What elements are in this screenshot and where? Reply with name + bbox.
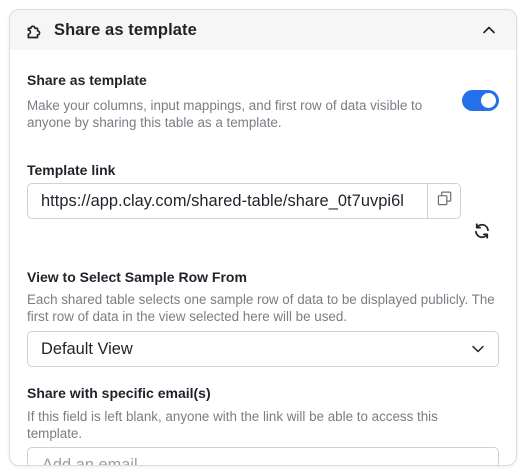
sample-row-description: Each shared table selects one sample row… <box>27 292 495 324</box>
share-section: Share as template Make your columns, inp… <box>27 72 427 131</box>
panel-title: Share as template <box>54 20 197 39</box>
refresh-icon <box>473 222 491 245</box>
share-label: Share as template <box>27 72 147 88</box>
share-toggle[interactable] <box>462 90 499 111</box>
share-template-panel: Share as template Share as template Make… <box>9 9 517 466</box>
template-link-label: Template link <box>27 162 116 178</box>
chevron-down-icon <box>470 341 486 357</box>
template-link-value[interactable]: https://app.clay.com/shared-table/share_… <box>28 192 427 211</box>
template-link-field[interactable]: https://app.clay.com/shared-table/share_… <box>27 183 461 219</box>
panel-header[interactable]: Share as template <box>10 10 516 50</box>
refresh-link-button[interactable] <box>471 222 493 244</box>
email-input[interactable] <box>27 447 499 465</box>
copy-link-button[interactable] <box>427 184 460 218</box>
email-share-label: Share with specific email(s) <box>27 385 211 401</box>
sample-row-label: View to Select Sample Row From <box>27 269 247 285</box>
share-description: Make your columns, input mappings, and f… <box>27 98 423 130</box>
email-share-description: If this field is left blank, anyone with… <box>27 409 438 441</box>
view-select-value: Default View <box>41 339 133 358</box>
toggle-knob <box>481 93 496 108</box>
copy-icon <box>437 191 452 211</box>
puzzle-icon <box>24 19 46 41</box>
chevron-up-icon[interactable] <box>478 19 500 41</box>
view-select[interactable]: Default View <box>27 331 499 367</box>
